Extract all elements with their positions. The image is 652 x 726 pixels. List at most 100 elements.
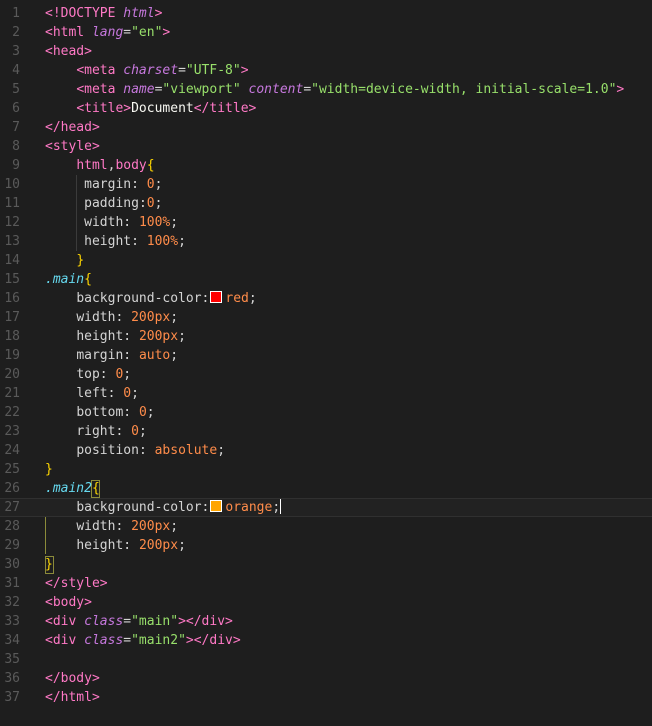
code-token: 200px xyxy=(138,329,179,344)
code-line[interactable]: 7 </head> xyxy=(0,118,652,137)
code-token: <meta xyxy=(76,82,124,97)
code-line[interactable]: 25} xyxy=(0,460,652,479)
code-token: </body> xyxy=(45,671,100,686)
code-line[interactable]: 10 margin: 0; xyxy=(0,175,652,194)
code-line[interactable]: 35 xyxy=(0,650,652,669)
code-token: = xyxy=(303,82,312,97)
code-token: <div xyxy=(45,633,85,648)
code-token: ; xyxy=(178,538,186,553)
code-token: } xyxy=(45,462,53,477)
code-token: ; xyxy=(170,519,179,534)
code-line[interactable]: 3 <head> xyxy=(0,42,652,61)
code-line[interactable]: 2 <html lang="en"> xyxy=(0,23,652,42)
code-token: bottom xyxy=(76,405,124,420)
code-token: margin xyxy=(84,177,132,192)
line-code: top: 0; xyxy=(45,365,131,384)
code-line[interactable]: 20 top: 0; xyxy=(0,365,652,384)
code-token: : xyxy=(115,310,132,325)
code-token: content xyxy=(248,82,304,97)
code-line[interactable]: 19 margin: auto; xyxy=(0,346,652,365)
code-line[interactable]: 13 height: 100%; xyxy=(0,232,652,251)
code-token: background-color xyxy=(76,500,202,515)
line-number: 31 xyxy=(4,576,20,591)
code-token: ; xyxy=(170,310,179,325)
line-number: 11 xyxy=(4,196,20,211)
code-line[interactable]: 14 } xyxy=(0,251,652,270)
line-number: 25 xyxy=(4,462,20,477)
code-line[interactable]: 32 <body> xyxy=(0,593,652,612)
code-line[interactable]: 5 <meta name="viewport" content="width=d… xyxy=(0,80,652,99)
line-code: position: absolute; xyxy=(45,441,225,460)
code-line[interactable]: 18 height: 200px; xyxy=(0,327,652,346)
code-line[interactable]: 34 <div class="main2"></div> xyxy=(0,631,652,650)
code-line[interactable]: 17 width: 200px; xyxy=(0,308,652,327)
line-number: 12 xyxy=(4,215,20,230)
code-token: height xyxy=(76,538,124,553)
code-line[interactable]: 31 </style> xyxy=(0,574,652,593)
code-token: = xyxy=(123,25,132,40)
code-editor[interactable]: 1 <!DOCTYPE html> 2 <html lang="en"> 3 <head>… xyxy=(0,0,652,726)
code-line[interactable]: 29 height: 200px; xyxy=(0,536,652,555)
code-line[interactable]: 16 background-color: red; xyxy=(0,289,652,308)
code-line[interactable]: 21 left: 0; xyxy=(0,384,652,403)
line-number: 34 xyxy=(4,633,20,648)
code-line[interactable]: 11 padding:0; xyxy=(0,194,652,213)
code-token: > xyxy=(162,25,171,40)
code-token: > xyxy=(154,6,163,21)
code-token: ; xyxy=(154,196,163,211)
line-code: html,body{ xyxy=(45,156,154,175)
code-line[interactable]: 4 <meta charset="UTF-8"> xyxy=(0,61,652,80)
color-swatch-red[interactable] xyxy=(210,291,223,303)
line-code: margin: 0; xyxy=(45,175,162,194)
code-token: ; xyxy=(138,424,147,439)
code-line[interactable]: 22 bottom: 0; xyxy=(0,403,652,422)
code-token: html xyxy=(76,158,108,173)
code-line[interactable]: 36 </body> xyxy=(0,669,652,688)
code-line[interactable]: 6 <title>Document</title> xyxy=(0,99,652,118)
code-token: <meta xyxy=(76,63,124,78)
code-line[interactable]: 1 <!DOCTYPE html> xyxy=(0,4,652,23)
code-line[interactable]: 9 html,body{ xyxy=(0,156,652,175)
line-number: 17 xyxy=(4,310,20,325)
line-code: <meta name="viewport" content="width=dev… xyxy=(45,80,624,99)
line-code: <body> xyxy=(45,593,92,612)
code-line[interactable]: 15 .main{ xyxy=(0,270,652,289)
code-line[interactable]: 27 background-color: orange; xyxy=(0,498,652,517)
code-token: { xyxy=(84,272,92,287)
line-code: <meta charset="UTF-8"> xyxy=(45,61,248,80)
code-token: ; xyxy=(170,215,179,230)
code-line[interactable]: 8 <style> xyxy=(0,137,652,156)
color-swatch-orange[interactable] xyxy=(210,500,223,512)
code-token: </style> xyxy=(45,576,108,591)
code-line[interactable]: 23 right: 0; xyxy=(0,422,652,441)
line-number: 27 xyxy=(4,500,20,515)
code-token: : xyxy=(138,443,155,458)
line-number: 37 xyxy=(4,690,20,705)
line-code: </html> xyxy=(45,688,100,707)
code-token: <style> xyxy=(45,139,100,154)
code-token: left xyxy=(76,386,108,401)
code-token: padding xyxy=(84,196,139,211)
line-code: width: 100%; xyxy=(45,213,178,232)
line-number: 19 xyxy=(4,348,20,363)
code-token: 100% xyxy=(138,215,171,230)
code-token: : xyxy=(138,196,147,211)
line-number: 13 xyxy=(4,234,20,249)
code-line[interactable]: 12 width: 100%; xyxy=(0,213,652,232)
line-number: 14 xyxy=(4,253,20,268)
code-token: <div xyxy=(45,614,85,629)
code-line[interactable]: 30} xyxy=(0,555,652,574)
code-line[interactable]: 26 .main2{ xyxy=(0,479,652,498)
line-code: bottom: 0; xyxy=(45,403,154,422)
code-line[interactable]: 33 <div class="main"></div> xyxy=(0,612,652,631)
code-line[interactable]: 37 </html> xyxy=(0,688,652,707)
code-token: ></div> xyxy=(185,633,241,648)
code-line[interactable]: 28 width: 200px; xyxy=(0,517,652,536)
code-line[interactable]: 24 position: absolute; xyxy=(0,441,652,460)
